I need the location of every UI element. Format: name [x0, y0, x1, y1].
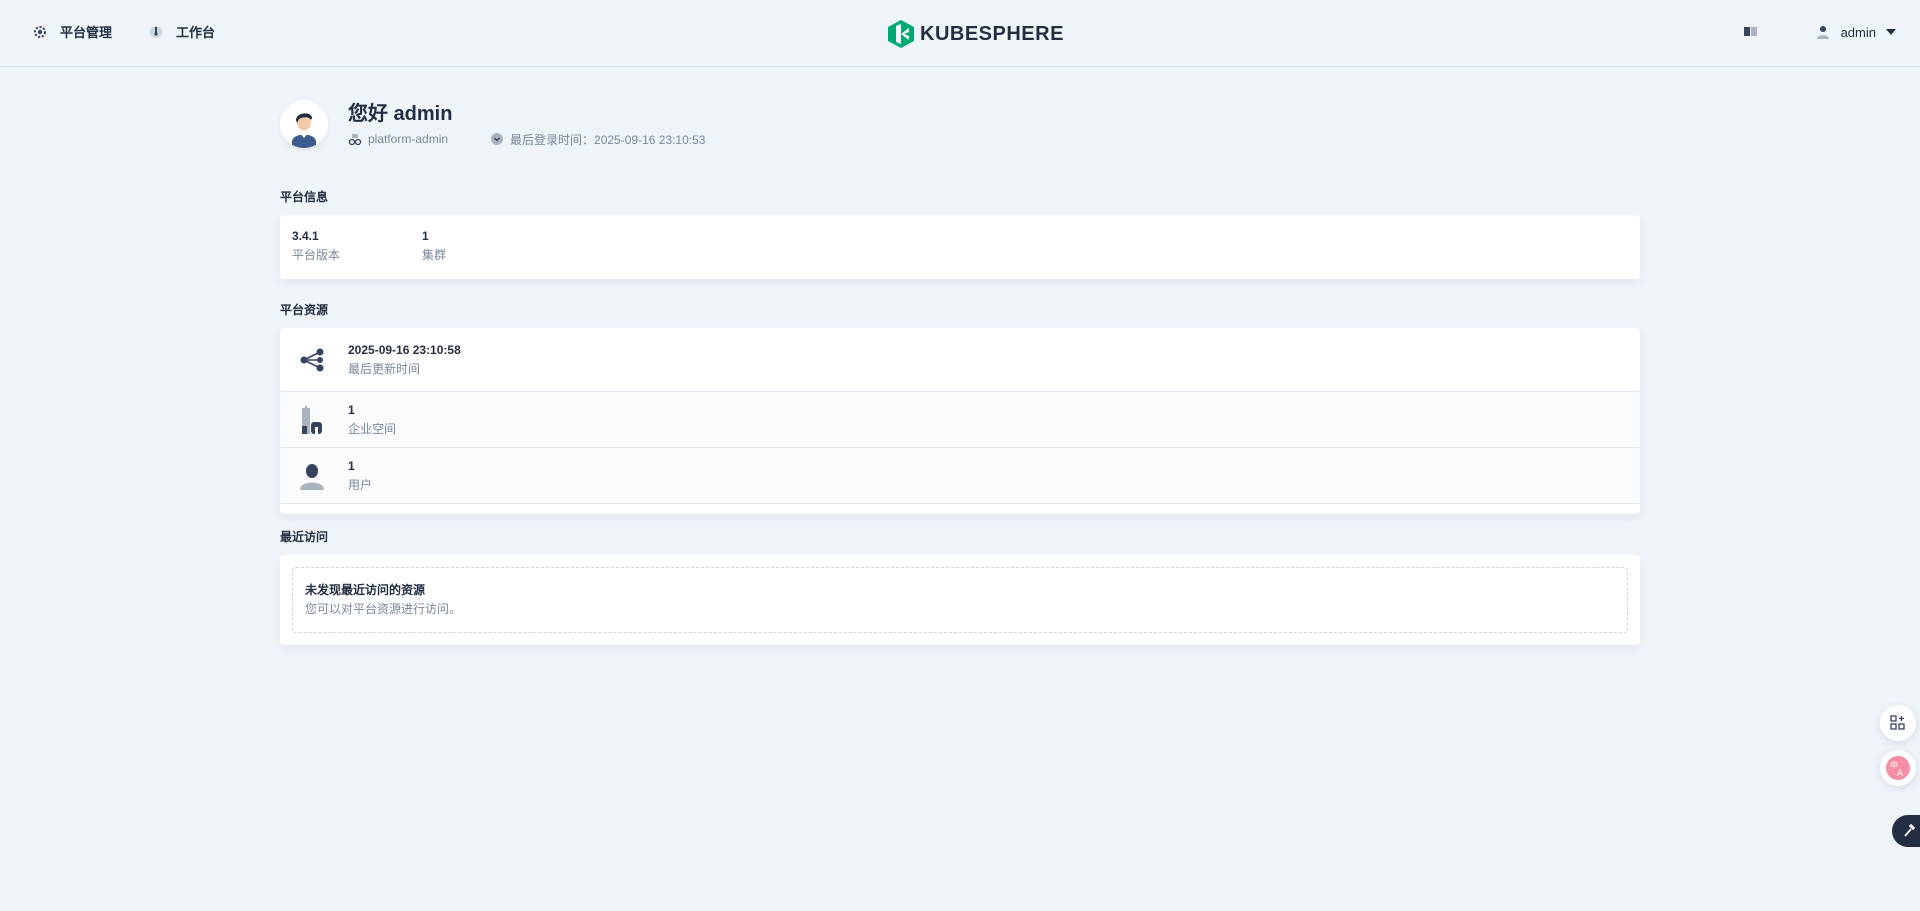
- chevron-down-icon: [1886, 29, 1896, 35]
- translate-button[interactable]: 中A: [1880, 750, 1916, 786]
- last-login-text: 最后登录时间：2025-09-16 23:10:53: [510, 132, 706, 147]
- clusters-value: 1: [422, 229, 429, 243]
- nav-platform-management-label: 平台管理: [60, 25, 113, 40]
- share-nodes-icon: [296, 344, 328, 376]
- svg-text:A: A: [1897, 769, 1904, 779]
- last-login-meta: 最后登录时间：2025-09-16 23:10:53: [490, 131, 705, 148]
- platform-resources-title: 平台资源: [280, 303, 329, 317]
- apps-button[interactable]: [1880, 705, 1916, 741]
- hammer-icon: [1904, 824, 1916, 837]
- recent-empty-desc: 您可以对平台资源进行访问。: [305, 602, 462, 616]
- role-meta: platform-admin: [348, 132, 448, 146]
- book-icon[interactable]: [1743, 24, 1759, 40]
- avatar: [280, 100, 328, 148]
- resource-row-workspaces[interactable]: 1 企业空间: [280, 392, 1640, 448]
- info-item-clusters[interactable]: 1 集群: [422, 227, 552, 267]
- translate-icon: 中A: [1886, 756, 1910, 780]
- user-menu[interactable]: admin: [1815, 24, 1896, 40]
- platform-resources-card: 2025-09-16 23:10:58 最后更新时间 1 企业空间 1 用户: [280, 328, 1640, 514]
- recent-visits-title: 最近访问: [280, 530, 329, 544]
- resource-row-update-time: 2025-09-16 23:10:58 最后更新时间: [280, 328, 1640, 392]
- role-text: platform-admin: [368, 132, 449, 146]
- resource-row-users[interactable]: 1 用户: [280, 448, 1640, 504]
- role-icon: [348, 132, 362, 146]
- recent-visits-section: 最近访问 未发现最近访问的资源 您可以对平台资源进行访问。: [280, 528, 1640, 645]
- nav-platform-management[interactable]: 平台管理: [32, 22, 112, 41]
- platform-resources-section: 平台资源 2025-09-16 23:10:58 最后更新时间 1 企业空间 1…: [280, 301, 1640, 514]
- update-time-value: 2025-09-16 23:10:58: [348, 342, 461, 357]
- top-header: 平台管理 工作台 KUBESPHERE admin: [0, 0, 1920, 67]
- enterprise-icon: [296, 404, 328, 436]
- recent-visits-card: 未发现最近访问的资源 您可以对平台资源进行访问。: [280, 555, 1640, 645]
- users-label: 用户: [348, 477, 373, 492]
- platform-info-card: 3.4.1 平台版本 1 集群: [280, 215, 1640, 279]
- info-item-version: 3.4.1 平台版本: [292, 227, 422, 267]
- profile-meta: platform-admin 最后登录时间：2025-09-16 23:10:5…: [348, 131, 747, 148]
- recent-empty-title: 未发现最近访问的资源: [305, 583, 426, 597]
- clock-icon: [490, 132, 504, 146]
- update-time-label: 最后更新时间: [348, 361, 421, 376]
- resource-text: 2025-09-16 23:10:58 最后更新时间: [348, 341, 461, 379]
- username: admin: [1840, 24, 1876, 40]
- clusters-label: 集群: [422, 248, 447, 262]
- nav-workbench-label: 工作台: [176, 25, 216, 40]
- nav-left: 平台管理 工作台: [32, 22, 251, 41]
- resource-text: 1 企业空间: [348, 401, 396, 439]
- gear-icon: [32, 24, 48, 40]
- workspaces-value: 1: [348, 402, 355, 417]
- apps-grid-icon: [1890, 715, 1905, 730]
- version-value: 3.4.1: [292, 229, 319, 243]
- profile-header: 您好 admin platform-admin 最后登录时间：2025-09-1…: [280, 100, 1640, 148]
- profile-text: 您好 admin platform-admin 最后登录时间：2025-09-1…: [348, 101, 747, 148]
- logo-text: KUBESPHERE: [920, 22, 1064, 45]
- avatar-person-icon: [280, 100, 328, 148]
- workspaces-label: 企业空间: [348, 421, 397, 436]
- kubesphere-logo[interactable]: KUBESPHERE: [888, 20, 1064, 48]
- dashboard-icon: [148, 24, 164, 40]
- greeting: 您好 admin: [348, 102, 453, 125]
- platform-info-section: 平台信息 3.4.1 平台版本 1 集群: [280, 188, 1640, 279]
- resource-text: 1 用户: [348, 457, 372, 495]
- recent-empty-state: 未发现最近访问的资源 您可以对平台资源进行访问。: [292, 567, 1628, 633]
- main-content: 您好 admin platform-admin 最后登录时间：2025-09-1…: [280, 100, 1640, 645]
- version-label: 平台版本: [292, 248, 341, 262]
- users-value: 1: [348, 458, 355, 473]
- toolbox-button[interactable]: [1892, 815, 1920, 847]
- platform-info-title: 平台信息: [280, 190, 329, 204]
- user-icon: [1815, 24, 1831, 40]
- user-icon: [296, 460, 328, 492]
- nav-workbench[interactable]: 工作台: [148, 22, 215, 41]
- kubesphere-logo-icon: [888, 20, 914, 48]
- nav-right: admin: [1743, 24, 1896, 40]
